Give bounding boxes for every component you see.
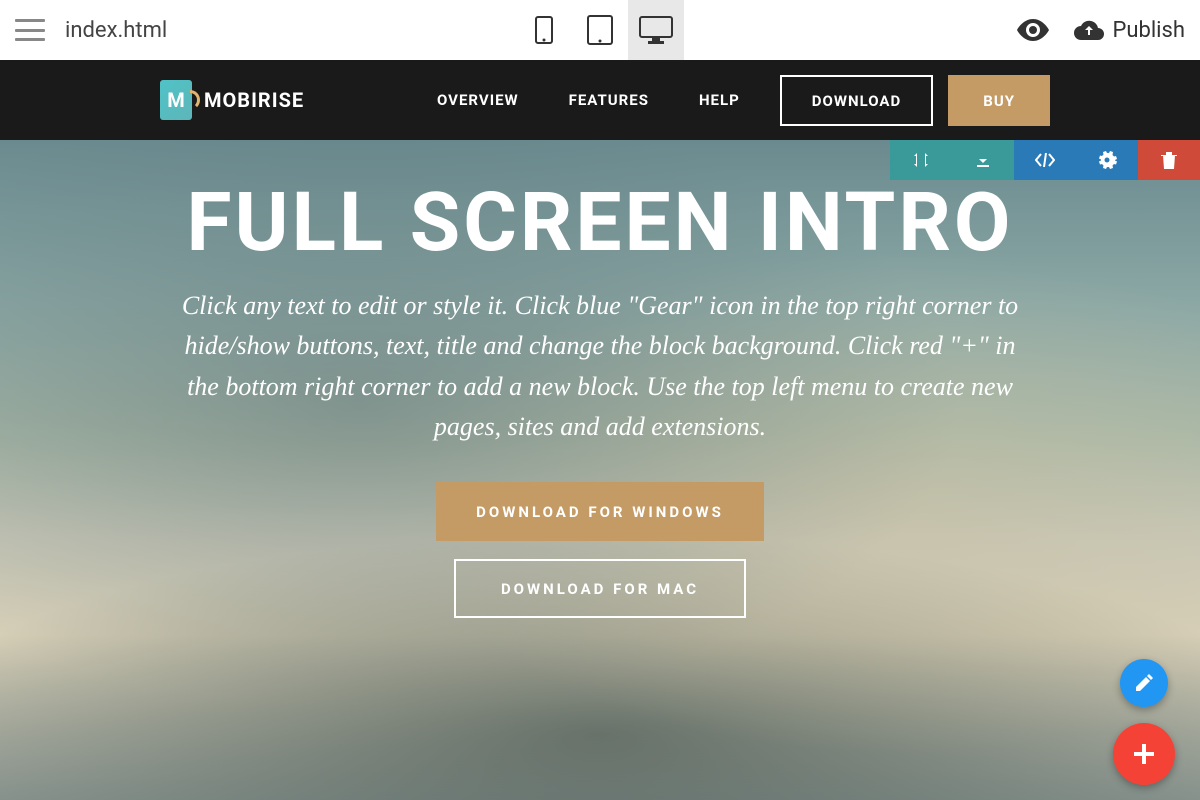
download-windows-button[interactable]: DOWNLOAD FOR WINDOWS: [436, 482, 764, 541]
mobile-view-button[interactable]: [516, 0, 572, 60]
toolbar-right: Publish: [1017, 18, 1185, 43]
brand-name: MOBIRISE: [204, 88, 304, 112]
tablet-view-button[interactable]: [572, 0, 628, 60]
add-block-fab[interactable]: [1113, 723, 1175, 785]
pencil-icon: [1134, 673, 1154, 693]
hero-buttons: DOWNLOAD FOR WINDOWS DOWNLOAD FOR MAC: [0, 482, 1200, 618]
fab-group: [1113, 659, 1175, 785]
brand[interactable]: M MOBIRISE: [160, 80, 304, 120]
app-toolbar: index.html Publish: [0, 0, 1200, 60]
hero-subtitle[interactable]: Click any text to edit or style it. Clic…: [0, 286, 1200, 447]
hero-title[interactable]: FULL SCREEN INTRO: [0, 180, 1200, 266]
download-button[interactable]: DOWNLOAD: [780, 75, 933, 126]
preview-button[interactable]: [1017, 19, 1049, 41]
hamburger-menu-icon[interactable]: [15, 19, 45, 41]
hero-block: FULL SCREEN INTRO Click any text to edit…: [0, 140, 1200, 800]
edit-fab[interactable]: [1120, 659, 1168, 707]
site-header: M MOBIRISE OVERVIEW FEATURES HELP DOWNLO…: [0, 60, 1200, 140]
publish-label: Publish: [1112, 18, 1185, 43]
hero-content: FULL SCREEN INTRO Click any text to edit…: [0, 140, 1200, 618]
desktop-view-button[interactable]: [628, 0, 684, 60]
nav-help[interactable]: HELP: [674, 91, 765, 109]
nav-features[interactable]: FEATURES: [544, 91, 674, 109]
download-mac-button[interactable]: DOWNLOAD FOR MAC: [454, 559, 746, 618]
plus-icon: [1131, 741, 1157, 767]
buy-button[interactable]: BUY: [948, 75, 1050, 126]
main-nav: OVERVIEW FEATURES HELP DOWNLOAD BUY: [412, 75, 1200, 126]
nav-overview[interactable]: OVERVIEW: [412, 91, 544, 109]
cloud-upload-icon: [1074, 19, 1104, 41]
filename[interactable]: index.html: [65, 18, 167, 43]
publish-button[interactable]: Publish: [1074, 18, 1185, 43]
device-switcher: [516, 0, 684, 60]
brand-logo-icon: M: [160, 80, 192, 120]
